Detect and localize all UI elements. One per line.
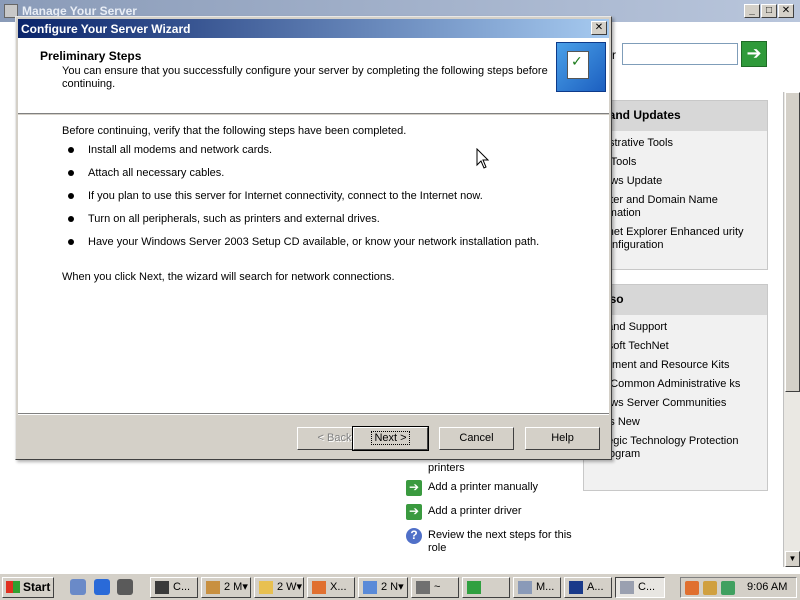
quick-launch-icon[interactable] xyxy=(117,579,133,595)
windows-logo-icon xyxy=(6,581,20,593)
next-button[interactable]: Next > xyxy=(352,426,429,451)
tools-link[interactable]: ernet Explorer Enhanced urity Configurat… xyxy=(598,226,763,252)
steps-list: Install all modems and network cards. At… xyxy=(68,144,539,259)
folder-icon xyxy=(259,581,273,594)
mouse-cursor-icon xyxy=(476,148,490,169)
divider xyxy=(18,413,609,415)
help-icon: ? xyxy=(406,528,422,544)
outro-text: When you click Next, the wizard will sea… xyxy=(62,271,395,283)
show-desktop-icon[interactable] xyxy=(70,579,86,595)
configure-server-wizard-dialog: Configure Your Server Wizard ✕ Prelimina… xyxy=(15,16,612,460)
see-also-link[interactable]: dows Server Communities xyxy=(598,397,763,410)
app-icon xyxy=(467,581,481,594)
search-label: r xyxy=(612,48,616,62)
wizard-header: Preliminary Steps You can ensure that yo… xyxy=(18,38,609,114)
see-also-link[interactable]: at's New xyxy=(598,416,763,429)
see-also-link[interactable]: p and Support xyxy=(598,321,763,334)
start-button[interactable]: Start xyxy=(2,577,54,598)
green-arrow-icon: ➔ xyxy=(406,504,422,520)
task-label[interactable]: Review the next steps for this role xyxy=(428,529,578,555)
taskbar-button[interactable]: A... xyxy=(564,577,612,598)
tools-link[interactable]: inistrative Tools xyxy=(598,137,763,150)
window-group-icon xyxy=(363,581,377,594)
see-also-link[interactable]: ategic Technology Protection Program xyxy=(598,435,763,461)
step-text: Install all modems and network cards. xyxy=(88,144,273,156)
cancel-button[interactable]: Cancel xyxy=(439,427,514,450)
see-also-link[interactable]: rosoft TechNet xyxy=(598,340,763,353)
system-tray: 9:06 AM xyxy=(680,577,797,598)
scroll-down-arrow-icon[interactable]: ▼ xyxy=(785,551,800,567)
taskbar: Start C... 2 M▾ 2 W▾ X... 2 N▾ ~ M... A.… xyxy=(0,573,800,600)
taskbar-button-label: C... xyxy=(173,581,191,593)
taskbar-button[interactable]: C... xyxy=(150,577,198,598)
taskbar-button[interactable]: 2 N▾ xyxy=(358,577,408,598)
taskbar-button-label: 2 M▾ xyxy=(224,581,248,593)
see-also-link[interactable]: loyment and Resource Kits xyxy=(598,359,763,372)
command-prompt-icon xyxy=(155,581,169,594)
list-item: Attach all necessary cables. xyxy=(68,167,539,190)
tools-link[interactable]: re Tools xyxy=(598,156,763,169)
app-icon xyxy=(569,581,583,594)
window-group-icon xyxy=(206,581,220,594)
maximize-button[interactable]: □ xyxy=(761,4,777,18)
app-icon xyxy=(312,581,326,594)
start-label: Start xyxy=(23,580,51,594)
taskbar-button-label: 2 W▾ xyxy=(277,581,303,593)
app-icon xyxy=(518,581,532,594)
step-text: Have your Windows Server 2003 Setup CD a… xyxy=(88,236,540,248)
checklist-icon: ✓ xyxy=(556,42,606,92)
tray-network-icon[interactable] xyxy=(721,581,735,595)
wizard-body: Before continuing, verify that the follo… xyxy=(18,115,609,413)
vertical-scrollbar[interactable]: ▼ xyxy=(783,92,800,567)
see-also-link[interactable]: of Common Administrative ks xyxy=(598,378,763,391)
taskbar-button[interactable]: ~ xyxy=(411,577,459,598)
search-input[interactable] xyxy=(622,43,738,65)
taskbar-button-label: 2 N▾ xyxy=(381,581,404,593)
tray-app-icon[interactable] xyxy=(703,581,717,595)
green-arrow-icon: ➔ xyxy=(406,480,422,496)
list-item: If you plan to use this server for Inter… xyxy=(68,190,539,213)
app-icon xyxy=(416,581,430,594)
go-arrow-icon[interactable]: ➔ xyxy=(741,41,767,67)
taskbar-button[interactable]: 2 W▾ xyxy=(254,577,304,598)
intro-text: Before continuing, verify that the follo… xyxy=(62,125,407,137)
taskbar-button[interactable]: X... xyxy=(307,577,355,598)
wizard-title-bar[interactable]: Configure Your Server Wizard ✕ xyxy=(18,19,609,38)
scrollbar-thumb[interactable] xyxy=(785,92,800,392)
close-button[interactable]: ✕ xyxy=(778,4,794,18)
taskbar-button-label: A... xyxy=(587,581,604,593)
taskbar-button-label: ~ xyxy=(434,581,441,593)
next-button-label: Next > xyxy=(371,431,410,445)
internet-explorer-icon[interactable] xyxy=(94,579,110,595)
taskbar-button-active[interactable]: C... xyxy=(615,577,665,598)
list-item: Turn on all peripherals, such as printer… xyxy=(68,213,539,236)
wizard-title: Configure Your Server Wizard xyxy=(21,22,191,36)
task-label[interactable]: printers xyxy=(428,462,578,475)
taskbar-button[interactable] xyxy=(462,577,510,598)
taskbar-button-label: C... xyxy=(638,581,656,593)
minimize-button[interactable]: _ xyxy=(744,4,760,18)
taskbar-button[interactable]: M... xyxy=(513,577,561,598)
tools-link[interactable]: puter and Domain Name ormation xyxy=(598,194,763,220)
close-icon[interactable]: ✕ xyxy=(591,21,607,35)
taskbar-button-label: M... xyxy=(536,581,555,593)
list-item: Install all modems and network cards. xyxy=(68,144,539,167)
tools-link[interactable]: dows Update xyxy=(598,175,763,188)
step-text: Turn on all peripherals, such as printer… xyxy=(88,213,380,225)
tray-app-icon[interactable] xyxy=(685,581,699,595)
help-button[interactable]: Help xyxy=(525,427,600,450)
page-subheading: You can ensure that you successfully con… xyxy=(62,65,548,90)
list-item: Have your Windows Server 2003 Setup CD a… xyxy=(68,236,539,259)
taskbar-button[interactable]: 2 M▾ xyxy=(201,577,251,598)
server-icon xyxy=(620,581,634,594)
task-label[interactable]: Add a printer manually xyxy=(428,481,578,494)
page-heading: Preliminary Steps xyxy=(40,49,142,63)
task-label[interactable]: Add a printer driver xyxy=(428,505,578,518)
taskbar-button-label: X... xyxy=(330,581,347,593)
clock[interactable]: 9:06 AM xyxy=(747,581,787,593)
step-text: Attach all necessary cables. xyxy=(88,167,225,179)
step-text: If you plan to use this server for Inter… xyxy=(88,190,483,202)
